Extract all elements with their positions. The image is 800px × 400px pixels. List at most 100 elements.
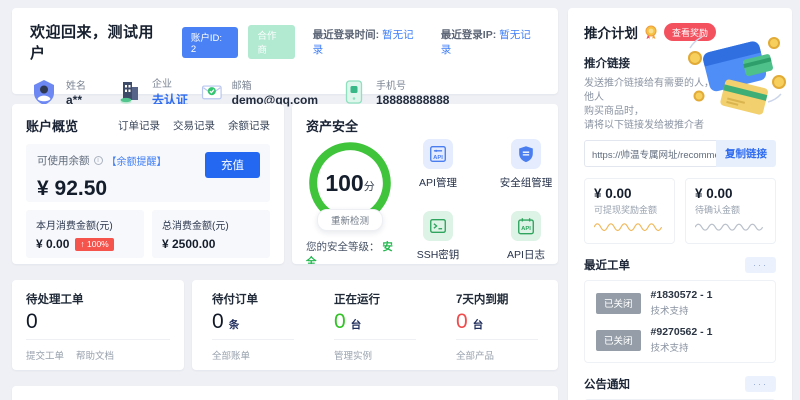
referral-sidebar: 推介计划 查看奖励 xyxy=(568,8,792,400)
api-log-icon: API xyxy=(511,211,541,241)
profile-phone: 手机号 18888888888 xyxy=(340,77,449,107)
withdrawable-amount: ¥ 0.00 xyxy=(594,186,665,201)
ticket-type: 技术支持 xyxy=(651,340,713,354)
withdrawable-reward-box: ¥ 0.00 可提现奖励金额 xyxy=(584,178,675,244)
product-list-card: 产品列表 xyxy=(12,386,558,400)
ssh-key-icon xyxy=(423,211,453,241)
unpaid-orders-count: 0 xyxy=(212,310,224,334)
ticket-type: 技术支持 xyxy=(651,303,713,317)
svg-text:API: API xyxy=(521,226,531,232)
console-dashboard: 欢迎回来，测试用户 账户ID: 2 合作商 最近登录时间:暂无记录 最近登录IP… xyxy=(0,0,800,400)
tab-balance-records[interactable]: 余额记录 xyxy=(228,118,270,133)
shortcut-security-group[interactable]: 安全组管理 xyxy=(500,139,553,198)
profile-email: 邮箱 demo@qq.com xyxy=(200,77,318,107)
ticket-status-badge: 已关闭 xyxy=(596,330,641,351)
total-spend-value: ¥ 2500.00 xyxy=(162,237,215,251)
last-login-time: 最近登录时间:暂无记录 xyxy=(313,27,423,57)
help-docs-link[interactable]: 帮助文档 xyxy=(76,348,114,362)
company-label: 企业 xyxy=(152,75,188,90)
tab-transaction-records[interactable]: 交易记录 xyxy=(173,118,215,133)
copy-link-button[interactable]: 复制链接 xyxy=(716,140,776,167)
asset-security-title: 资产安全 xyxy=(306,116,358,135)
security-group-icon xyxy=(511,139,541,169)
phone-label: 手机号 xyxy=(376,77,449,92)
balance-panel: 可使用余额 i 【余额提醒】 充值 ¥ 92.50 xyxy=(26,144,270,202)
reward-sparkline xyxy=(594,218,665,233)
announcements-more-button[interactable]: ··· xyxy=(745,376,776,392)
asset-security-card: 资产安全 100 分 重新检测 xyxy=(292,104,558,264)
svg-text:API: API xyxy=(433,155,443,161)
ticket-row[interactable]: 已关闭 #1830572 - 1 技术支持 xyxy=(596,289,764,317)
security-level-label: 您的安全等级： xyxy=(306,241,380,253)
phone-icon xyxy=(340,78,368,106)
last-login-time-label: 最近登录时间: xyxy=(313,29,380,41)
email-label: 邮箱 xyxy=(232,77,318,92)
ticket-row[interactable]: 已关闭 #9270562 - 1 技术支持 xyxy=(596,326,764,354)
all-products-link[interactable]: 全部产品 xyxy=(456,348,494,362)
submit-ticket-link[interactable]: 提交工单 xyxy=(26,348,64,362)
ticket-status-badge: 已关闭 xyxy=(596,293,641,314)
expiring-stat: 7天内到期 0 台 全部产品 xyxy=(436,291,558,359)
pending-tickets-count: 0 xyxy=(26,310,170,334)
pending-amount-box: ¥ 0.00 待确认金额 xyxy=(685,178,776,244)
pending-sparkline xyxy=(695,218,766,233)
last-login-ip-label: 最近登录IP: xyxy=(441,29,496,41)
recharge-button[interactable]: 充值 xyxy=(205,152,260,178)
last-login-ip: 最近登录IP:暂无记录 xyxy=(441,27,540,57)
month-spend-trend-badge: ↑ 100% xyxy=(75,238,113,251)
shortcut-api-log[interactable]: API API日志 xyxy=(507,211,545,265)
divider xyxy=(26,339,170,340)
ticket-number: #1830572 - 1 xyxy=(651,289,713,301)
partner-badge: 合作商 xyxy=(248,25,294,59)
record-tabs: 订单记录 交易记录 余额记录 xyxy=(118,118,270,133)
info-icon: i xyxy=(94,156,103,165)
medal-icon xyxy=(643,24,659,41)
expiring-count: 0 xyxy=(456,310,468,334)
recent-tickets-box: 已关闭 #1830572 - 1 技术支持 已关闭 #9270562 - 1 技… xyxy=(584,280,776,363)
unpaid-orders-stat: 待付订单 0 条 全部账单 xyxy=(192,291,314,359)
divider xyxy=(212,339,294,340)
security-shortcuts: API API管理 安全 xyxy=(394,139,558,264)
shortcut-ssh-key[interactable]: SSH密钥 xyxy=(417,211,460,265)
month-spend-box: 本月消费金额(元) ¥ 0.00 ↑ 100% xyxy=(26,210,144,258)
total-spend-box: 总消费金额(元) ¥ 2500.00 xyxy=(152,210,270,258)
welcome-card: 欢迎回来，测试用户 账户ID: 2 合作商 最近登录时间:暂无记录 最近登录IP… xyxy=(12,8,558,94)
pending-tickets-label: 待处理工单 xyxy=(26,291,170,307)
wallet-illustration xyxy=(686,32,786,122)
total-spend-label: 总消费金额(元) xyxy=(162,217,260,232)
tab-order-records[interactable]: 订单记录 xyxy=(118,118,160,133)
name-label: 姓名 xyxy=(66,77,86,92)
main-column: 欢迎回来，测试用户 账户ID: 2 合作商 最近登录时间:暂无记录 最近登录IP… xyxy=(12,8,558,400)
account-overview-card: 账户概览 订单记录 交易记录 余额记录 可使用余额 i 【余额提醒】 充值 ¥ … xyxy=(12,104,284,264)
divider xyxy=(334,339,416,340)
all-bills-link[interactable]: 全部账单 xyxy=(212,348,250,362)
running-instances-stat: 正在运行 0 台 管理实例 xyxy=(314,291,436,359)
welcome-text: 欢迎回来，测试用户 xyxy=(30,21,168,63)
recent-tickets-more-button[interactable]: ··· xyxy=(745,257,776,273)
ticket-number: #9270562 - 1 xyxy=(651,326,713,338)
pending-amount-label: 待确认金额 xyxy=(695,203,766,216)
withdrawable-label: 可提现奖励金额 xyxy=(594,203,665,216)
shortcut-api-manage[interactable]: API API管理 xyxy=(419,139,457,198)
pending-tickets-card: 待处理工单 0 提交工单 帮助文档 xyxy=(12,280,184,370)
balance-label: 可使用余额 xyxy=(37,153,90,168)
manage-instances-link[interactable]: 管理实例 xyxy=(334,348,372,362)
summary-stats-card: 待付订单 0 条 全部账单 正在运行 0 台 管理实例 xyxy=(192,280,558,370)
building-icon xyxy=(116,78,144,106)
referral-url-input[interactable]: https://帅温专属网址/recommend/HtICS… xyxy=(584,140,716,167)
security-score: 100 xyxy=(325,170,363,197)
api-manage-icon: API xyxy=(423,139,453,169)
recheck-button[interactable]: 重新检测 xyxy=(317,209,383,231)
account-overview-title: 账户概览 xyxy=(26,116,78,135)
announcements-title: 公告通知 xyxy=(584,376,630,392)
envelope-icon xyxy=(200,78,224,106)
avatar-icon xyxy=(30,78,58,106)
balance-reminder-link[interactable]: 【余额提醒】 xyxy=(107,153,167,168)
referral-title: 推介计划 xyxy=(584,22,638,42)
security-score-unit: 分 xyxy=(364,178,375,194)
month-spend-label: 本月消费金额(元) xyxy=(36,217,134,232)
running-count: 0 xyxy=(334,310,346,334)
recent-tickets-title: 最近工单 xyxy=(584,257,630,273)
month-spend-value: ¥ 0.00 xyxy=(36,237,69,251)
balance-amount: ¥ 92.50 xyxy=(37,177,259,201)
